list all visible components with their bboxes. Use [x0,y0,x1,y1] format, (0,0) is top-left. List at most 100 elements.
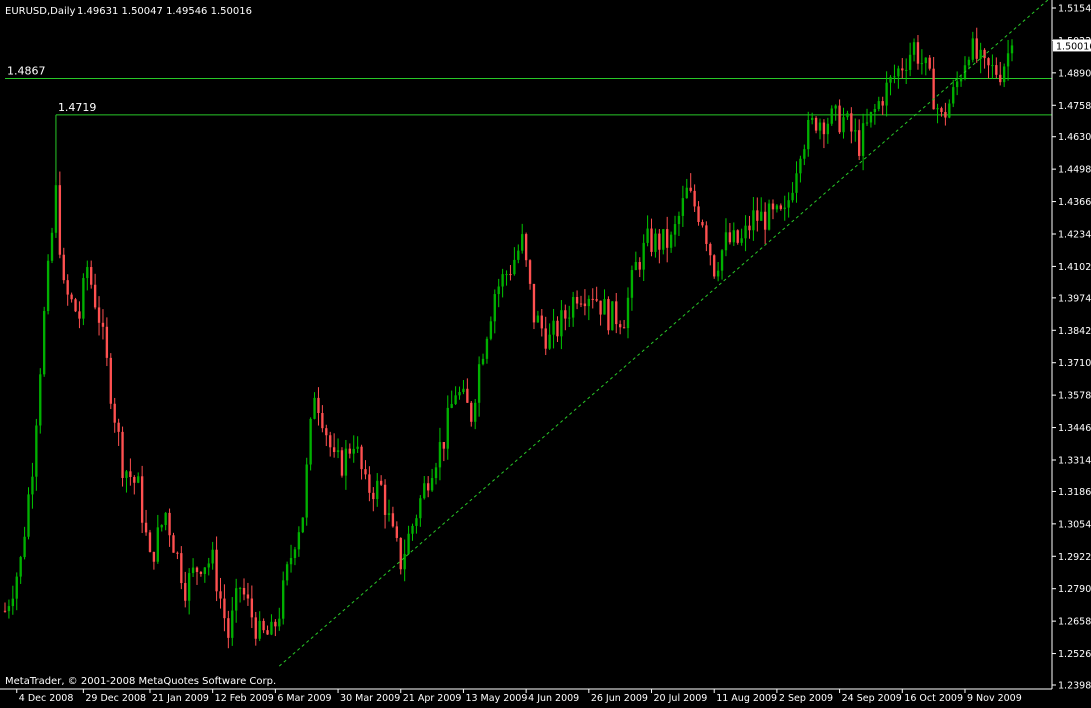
time-tick-label: 2 Sep 2009 [779,693,833,704]
candle-body [101,322,105,327]
candle-body [195,567,199,572]
candle-body [274,621,277,627]
candle-body [242,588,246,595]
candle-body [270,621,273,635]
candle-body [82,278,85,319]
candle-body [254,617,257,639]
candle-body [775,205,779,210]
candle-body [246,594,250,599]
candle-body [548,334,551,349]
candle-body [282,580,285,619]
candle-body [544,328,547,349]
candle-body [658,233,661,250]
candle-body [121,431,124,478]
candle-body [810,117,814,120]
candle-body [219,591,222,599]
price-chart[interactable]: 1.48671.4719 1.515401.502201.489001.4758… [0,0,1091,704]
candle-body [877,101,880,109]
current-price-label: 1.50016 [1056,41,1091,52]
time-tick-label: 4 Jun 2009 [528,693,579,704]
chart-canvas[interactable]: 1.48671.4719 1.515401.502201.489001.4758… [0,0,1091,704]
candle-body [905,69,908,71]
candle-body [575,297,579,304]
candle-body [442,442,446,449]
candle-body [454,395,457,405]
price-tick-label: 1.41020 [1058,262,1091,273]
candle-body [858,130,861,156]
candle-body [838,105,841,133]
candle-body [646,228,649,243]
candle-body [1010,45,1014,54]
candle-body [556,320,559,337]
candle-body [568,317,571,319]
candle-body [685,187,688,199]
candle-body [893,76,896,78]
candle-body [62,254,65,281]
candle-body [35,425,38,477]
candle-body [329,435,332,448]
price-tick-label: 1.30540 [1058,519,1091,530]
candle-body [513,259,516,275]
candle-body [489,321,493,339]
candle-body [603,299,606,315]
candle-body [818,122,822,131]
price-tick-label: 1.48900 [1058,68,1091,79]
candle-body [599,300,602,315]
candle-body [626,297,630,329]
candle-body [344,448,348,476]
candle-body [952,87,955,104]
time-tick-label: 24 Sep 2009 [842,693,902,704]
candle-body [975,38,978,59]
candle-body [959,78,963,82]
candle-body [93,284,97,308]
candle-body [744,225,747,239]
candle-body [203,567,207,574]
candle-body [1002,66,1006,83]
candle-body [11,598,15,607]
candle-body [521,234,524,251]
candle-body [379,480,383,485]
candle-body [493,294,496,322]
candle-body [137,476,140,483]
candle-body [662,229,665,250]
candle-body [215,549,218,592]
candle-body [803,149,806,159]
price-tick-label: 1.38420 [1058,326,1091,337]
candle-body [262,620,265,631]
candle-body [109,357,112,404]
candle-body [97,307,101,323]
candle-body [560,310,563,337]
ohlc-values: 1.49631 1.50047 1.49546 1.50016 [77,6,252,17]
candle-body [117,422,120,432]
candle-body [293,549,297,558]
candle-body [266,630,269,635]
candle-body [540,315,543,329]
candle-body [928,57,931,69]
horizontal-line-label: 1.4719 [58,101,97,114]
candle-body [227,618,230,638]
candle-body [760,211,763,221]
candle-body [669,234,673,248]
candle-body [999,74,1002,83]
candle-body [505,274,508,276]
candle-body [814,117,818,131]
candle-body [231,610,234,638]
time-tick-label: 9 Nov 2009 [967,693,1022,704]
candle-body [129,471,132,477]
candle-body [713,255,716,277]
candle-body [763,211,767,230]
candle-body [368,474,371,493]
price-tick-label: 1.35780 [1058,391,1091,402]
candle-body [571,297,575,318]
candle-body [736,230,739,243]
price-tick-label: 1.27900 [1058,584,1091,595]
candle-body [873,108,877,113]
candle-body [372,492,375,500]
candle-body [822,122,826,135]
candle-body [940,108,943,112]
candle-body [846,113,849,118]
price-tick-label: 1.26580 [1058,617,1091,628]
candle-body [807,119,810,150]
price-tick-label: 1.47580 [1058,101,1091,112]
candle-body [865,122,869,124]
